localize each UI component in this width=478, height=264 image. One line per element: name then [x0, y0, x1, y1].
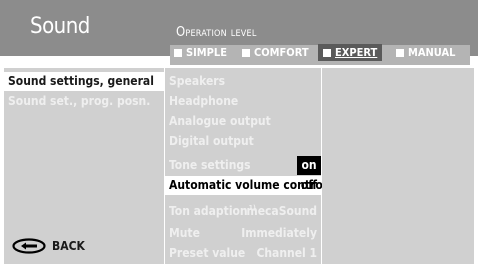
menu-item-sound-settings-general[interactable]: Sound settings, general [4, 72, 164, 91]
menu-item-digital-output[interactable]: Digital output [165, 132, 321, 151]
back-button[interactable]: BACK [12, 238, 85, 254]
back-arrow-icon [12, 238, 46, 254]
ton-adaption-value: mecaSound [246, 204, 317, 218]
level-comfort[interactable]: COMFORT [242, 46, 309, 59]
menu-item-mute[interactable]: Mute Immediately [165, 224, 321, 243]
menu-item-speakers[interactable]: Speakers [165, 72, 321, 91]
back-label: BACK [52, 239, 85, 253]
level-expert[interactable]: EXPERT [318, 44, 383, 61]
square-icon [242, 48, 250, 57]
level-manual[interactable]: MANUAL [396, 46, 455, 59]
tone-settings-value: on [297, 156, 321, 175]
menu-item-sound-set-prog-posn[interactable]: Sound set., prog. posn. [4, 92, 164, 111]
menu-item-tone-settings[interactable]: Tone settings on [165, 156, 321, 175]
operation-level-label: Operation level [176, 25, 257, 40]
mute-value: Immediately [241, 226, 317, 240]
operation-level-selector: SIMPLE COMFORT EXPERT MANUAL [170, 44, 470, 65]
square-icon [174, 48, 182, 57]
preset-value: Channel 1 [256, 246, 317, 260]
left-menu: Sound settings, general Sound set., prog… [4, 68, 164, 264]
menu-item-ton-adaption[interactable]: Ton adaption1) mecaSound [165, 202, 321, 221]
level-simple[interactable]: SIMPLE [174, 46, 227, 59]
menu-item-automatic-volume-control[interactable]: Automatic volume control off [165, 176, 326, 195]
menu-item-preset-value[interactable]: Preset value Channel 1 [165, 244, 321, 263]
menu-item-headphone[interactable]: Headphone [165, 92, 321, 111]
menu-item-analogue-output[interactable]: Analogue output [165, 112, 321, 131]
page-title: Sound [30, 14, 90, 39]
avc-value: off [300, 178, 317, 192]
square-icon [323, 48, 331, 57]
middle-menu: Speakers Headphone Analogue output Digit… [165, 68, 326, 264]
sound-menu-screen: Sound Operation level SIMPLE COMFORT EXP… [0, 0, 478, 264]
right-panel [322, 68, 474, 264]
square-icon [396, 48, 404, 57]
